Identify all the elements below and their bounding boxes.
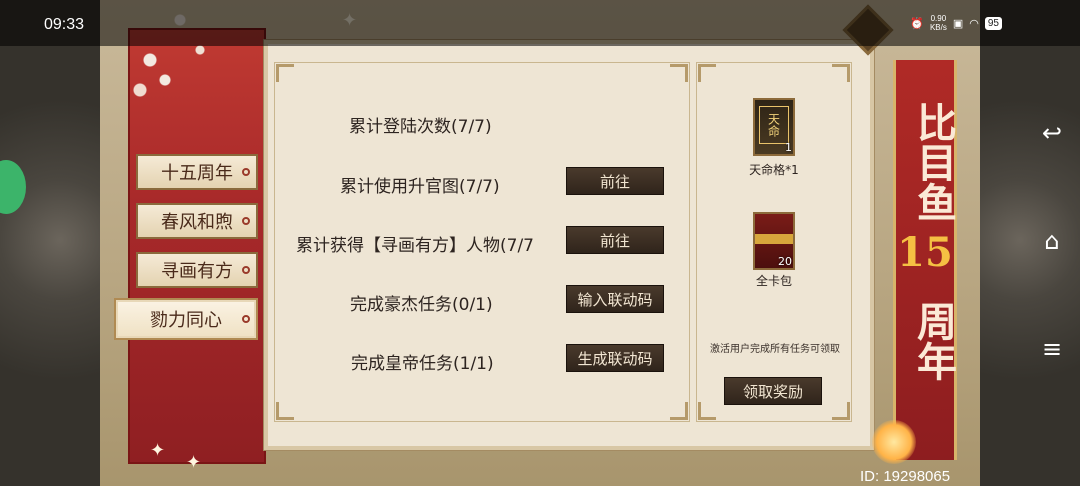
tab-dot-icon	[242, 217, 250, 225]
reward-name: 全卡包	[755, 274, 792, 288]
corner-ornament	[276, 402, 294, 420]
tab-dot-icon	[242, 315, 250, 323]
banner-number: 15	[897, 229, 953, 276]
banner-subtitle: 周年	[910, 301, 957, 381]
generate-link-code-button[interactable]: 生成联动码	[566, 344, 664, 372]
tab-label: 寻画有方	[161, 261, 233, 282]
corner-ornament	[670, 64, 688, 82]
player-id: ID: 19298065	[860, 468, 951, 485]
left-dragon-pattern	[0, 0, 110, 486]
corner-ornament	[698, 64, 716, 82]
alarm-icon: ⏰	[910, 17, 924, 30]
net-speed-value: 0.90	[930, 14, 947, 23]
corner-ornament	[832, 64, 850, 82]
task-collect-characters: 累计获得【寻画有方】人物(7/7	[296, 236, 534, 256]
clock: 09:33	[44, 16, 85, 33]
reward-count: 1	[785, 141, 792, 154]
corner-ornament	[670, 402, 688, 420]
tab-painting-search[interactable]: 寻画有方	[136, 252, 258, 288]
task-promotion-map: 累计使用升官图(7/7)	[340, 177, 500, 197]
reward-hint: 激活用户完成所有任务可领取	[710, 344, 840, 355]
butterfly-icon: ✦	[150, 440, 166, 461]
reward-count: 20	[778, 255, 792, 268]
status-icons: ⏰ 0.90 KB/s ▣ ◠ 95	[910, 14, 1002, 32]
enter-link-code-button[interactable]: 输入联动码	[566, 285, 664, 313]
battery-icon: 95	[984, 16, 1002, 30]
wifi-icon: ◠	[969, 17, 979, 30]
sim-icon: ▣	[952, 17, 964, 30]
tianming-card-icon[interactable]: 天命 1	[753, 98, 795, 156]
corner-ornament	[832, 402, 850, 420]
banner-title: 比目鱼	[910, 102, 957, 222]
tab-fifteenth-anniversary[interactable]: 十五周年	[136, 154, 258, 190]
menu-icon[interactable]: ≡	[1034, 334, 1070, 364]
status-bar: 09:33 ⏰ 0.90 KB/s ▣ ◠ 95	[0, 0, 1080, 46]
tianming-card-text: 天命	[759, 106, 789, 144]
net-speed-unit: KB/s	[929, 23, 947, 32]
tab-spring-breeze[interactable]: 春风和煦	[136, 203, 258, 239]
pack-ribbon	[755, 234, 793, 244]
tab-label: 十五周年	[161, 163, 233, 184]
claim-reward-button[interactable]: 领取奖励	[724, 377, 822, 405]
back-icon[interactable]: ↩	[1034, 118, 1070, 148]
goto-button[interactable]: 前往	[566, 226, 664, 254]
tab-label: 勠力同心	[150, 310, 222, 331]
goto-button[interactable]: 前往	[566, 167, 664, 195]
card-pack-icon[interactable]: 20	[753, 212, 795, 270]
home-icon[interactable]: ⌂	[1034, 226, 1070, 256]
butterfly-icon: ✦	[186, 452, 202, 473]
anniversary-banner: 比目鱼 15 周年	[893, 60, 957, 460]
corner-ornament	[698, 402, 716, 420]
lantern-decoration	[872, 420, 916, 464]
task-login-count: 累计登陆次数(7/7)	[349, 117, 492, 137]
task-hero-mission: 完成豪杰任务(0/1)	[350, 295, 493, 315]
task-emperor-mission: 完成皇帝任务(1/1)	[351, 354, 494, 374]
tab-dot-icon	[242, 168, 250, 176]
tab-united-effort[interactable]: 勠力同心	[114, 298, 258, 340]
network-speed: 0.90 KB/s	[930, 14, 947, 32]
corner-ornament	[276, 64, 294, 82]
tab-dot-icon	[242, 266, 250, 274]
tab-label: 春风和煦	[161, 212, 233, 233]
reward-name: 天命格*1	[749, 163, 799, 177]
